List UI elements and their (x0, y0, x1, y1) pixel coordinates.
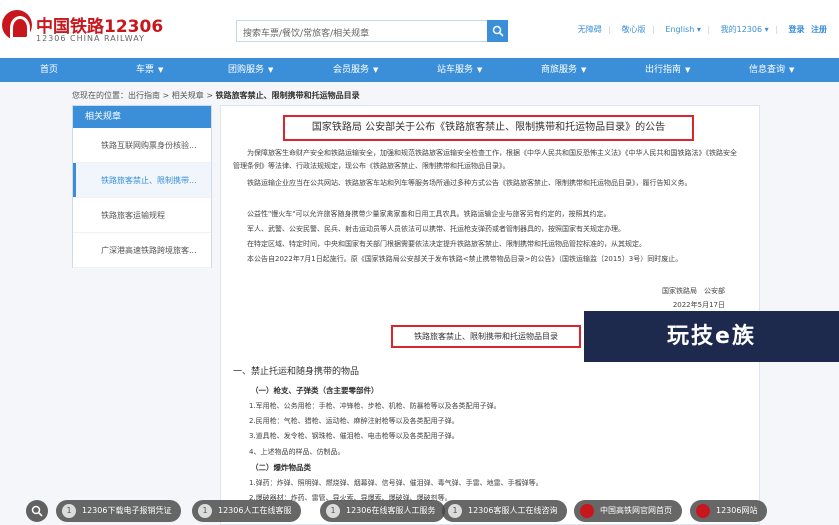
sidebar-item-identity-check[interactable]: 铁路互联网购票身份核验... (73, 128, 211, 163)
logo[interactable]: 中国铁路12306 12306 CHINA RAILWAY (2, 8, 163, 48)
list-item: 1.军用枪、公务用枪：手枪、冲锋枪、步枪、机枪、防暴枪等以及各类配用子弹。 (249, 402, 501, 410)
article-title: 国家铁路局 公安部关于公布《铁路旅客禁止、限制携带和托运物品目录》的公告 (283, 115, 694, 141)
chevron-down-icon: ▼ (373, 66, 379, 74)
chevron-down-icon: ▼ (685, 66, 691, 74)
logo-subtitle: 12306 CHINA RAILWAY (36, 34, 145, 43)
sidebar: 相关规章 铁路互联网购票身份核验... 铁路旅客禁止、限制携带... 铁路旅客运… (72, 105, 212, 268)
search-button[interactable] (487, 20, 508, 42)
paragraph: 在特定区域、特定时间，中央和国家有关部门根据需要依法决定提升铁路旅客禁止、限制携… (247, 240, 646, 248)
breadcrumb-path[interactable]: 您现在的位置：出行指南 > 相关规章 > (72, 91, 213, 100)
nav-home[interactable]: 首页 (40, 58, 58, 82)
paragraph: 铁路运输企业应当在公共网站、铁路旅客车站和列车等服务场所通过多种方式公告《铁路旅… (247, 179, 692, 187)
sign-date: 2022年5月17日 (672, 301, 725, 309)
list-title: 铁路旅客禁止、限制携带和托运物品目录 (391, 325, 581, 348)
login-link[interactable]: 登录 (788, 25, 804, 34)
railway-logo-icon (580, 504, 594, 518)
top-header: 中国铁路12306 12306 CHINA RAILWAY 搜索车票/餐饮/常旅… (0, 0, 839, 58)
sidebar-title: 相关规章 (73, 106, 211, 128)
rank-badge: 1 (326, 504, 340, 518)
sub-heading: （二）爆炸物品类 (251, 463, 311, 472)
search-input[interactable]: 搜索车票/餐饮/常旅客/相关规章 (236, 20, 488, 42)
paragraph: 本公告自2022年7月1日起施行。原《国家铁路局公安部关于发布铁路<禁止携带物品… (247, 255, 683, 263)
watermark-logo: 玩技e族 (584, 311, 839, 362)
rank-badge: 1 (198, 504, 212, 518)
elderly-mode-link[interactable]: 敬心版 (622, 25, 646, 34)
nav-station-service[interactable]: 站车服务 ▼ (437, 58, 482, 82)
chevron-down-icon: ▼ (581, 66, 587, 74)
suggestion-chip[interactable]: 中国高铁网官网首页 (574, 500, 682, 522)
nav-group-service[interactable]: 团购服务 ▼ (228, 58, 273, 82)
list-item: 1.弹药：炸弹、照明弹、燃烧弹、烟幕弹、信号弹、催泪弹、毒气弹、手雷、地雷、手榴… (249, 479, 543, 487)
suggestion-chip[interactable]: 1 12306人工在线客服 (192, 500, 302, 522)
chevron-down-icon: ▼ (477, 66, 483, 74)
list-item: 4、上述物品的样品、仿制品。 (249, 448, 345, 456)
sub-heading: （一）枪支、子弹类（含主要零部件） (251, 386, 379, 395)
search-icon (31, 505, 43, 517)
related-search-bar: 1 12306下载电子报销凭证 1 12306人工在线客服 1 12306在线客服人工… (26, 500, 786, 522)
list-item: 2.民用枪：气枪、猎枪、运动枪、麻醉注射枪等以及各类配用子弹。 (249, 417, 459, 425)
paragraph: 公益性"慢火车"可以允许旅客随身携带少量家禽家畜和日用工具农具。铁路运输企业与旅… (247, 210, 611, 218)
section-heading: 一、禁止托运和随身携带的物品 (233, 367, 360, 377)
sign-org: 国家铁路局 公安部 (662, 287, 725, 295)
list-item: 3.道具枪、发令枪、钢珠枪、催泪枪、电击枪等以及各类配用子弹。 (249, 432, 459, 440)
page: 中国铁路12306 12306 CHINA RAILWAY 搜索车票/餐饮/常旅… (0, 0, 839, 525)
paragraph: 为保障旅客生命财产安全和铁路运输安全，加强和规范铁路旅客运输安全检查工作，根据《… (233, 149, 737, 170)
top-links: 无障碍 | 敬心版 | English ▾ | 我的12306 ▾ | 登录 注… (577, 25, 827, 34)
nav-travel-guide[interactable]: 出行指南 ▼ (645, 58, 690, 82)
main-nav: 首页 车票 ▼ 团购服务 ▼ 会员服务 ▼ 站车服务 ▼ 商旅服务 ▼ 出行指南 ▼ 信息查… (0, 58, 839, 82)
chevron-down-icon: ▼ (789, 66, 795, 74)
paragraph: 军人、武警、公安民警、民兵、射击运动员等人员依法可以携带、托运枪支弹药或者管制器… (247, 225, 625, 233)
breadcrumb-current: 铁路旅客禁止、限制携带和托运物品目录 (215, 91, 360, 100)
nav-member-service[interactable]: 会员服务 ▼ (333, 58, 378, 82)
suggestion-chip[interactable]: 1 12306下载电子报销凭证 (56, 500, 182, 522)
chevron-down-icon: ▼ (268, 66, 274, 74)
sidebar-item-prohibited-items[interactable]: 铁路旅客禁止、限制携带... (73, 163, 211, 198)
railway-logo-icon (2, 10, 32, 40)
bottom-search-button[interactable] (26, 500, 48, 522)
breadcrumb: 您现在的位置：出行指南 > 相关规章 > 铁路旅客禁止、限制携带和托运物品目录 (72, 90, 360, 101)
nav-tickets[interactable]: 车票 ▼ (136, 58, 163, 82)
suggestion-chip[interactable]: 12306网站 (690, 500, 768, 522)
search-icon (492, 25, 504, 37)
sidebar-item-transport-rules[interactable]: 铁路旅客运输规程 (73, 198, 211, 233)
nav-business-travel[interactable]: 商旅服务 ▼ (541, 58, 586, 82)
nav-info-query[interactable]: 信息查询 ▼ (749, 58, 794, 82)
rank-badge: 1 (448, 504, 462, 518)
chevron-down-icon: ▼ (158, 66, 164, 74)
accessibility-link[interactable]: 无障碍 (578, 25, 602, 34)
rank-badge: 1 (62, 504, 76, 518)
suggestion-chip[interactable]: 1 12306客服人工在线咨询 (442, 500, 568, 522)
sidebar-item-cross-border[interactable]: 广深港高速铁路跨境旅客... (73, 233, 211, 268)
language-select[interactable]: English ▾ (665, 25, 700, 34)
railway-logo-icon (696, 504, 710, 518)
suggestion-chip[interactable]: 1 12306在线客服人工服务 (320, 500, 446, 522)
my-12306-menu[interactable]: 我的12306 ▾ (721, 25, 769, 34)
register-link[interactable]: 注册 (811, 25, 827, 34)
